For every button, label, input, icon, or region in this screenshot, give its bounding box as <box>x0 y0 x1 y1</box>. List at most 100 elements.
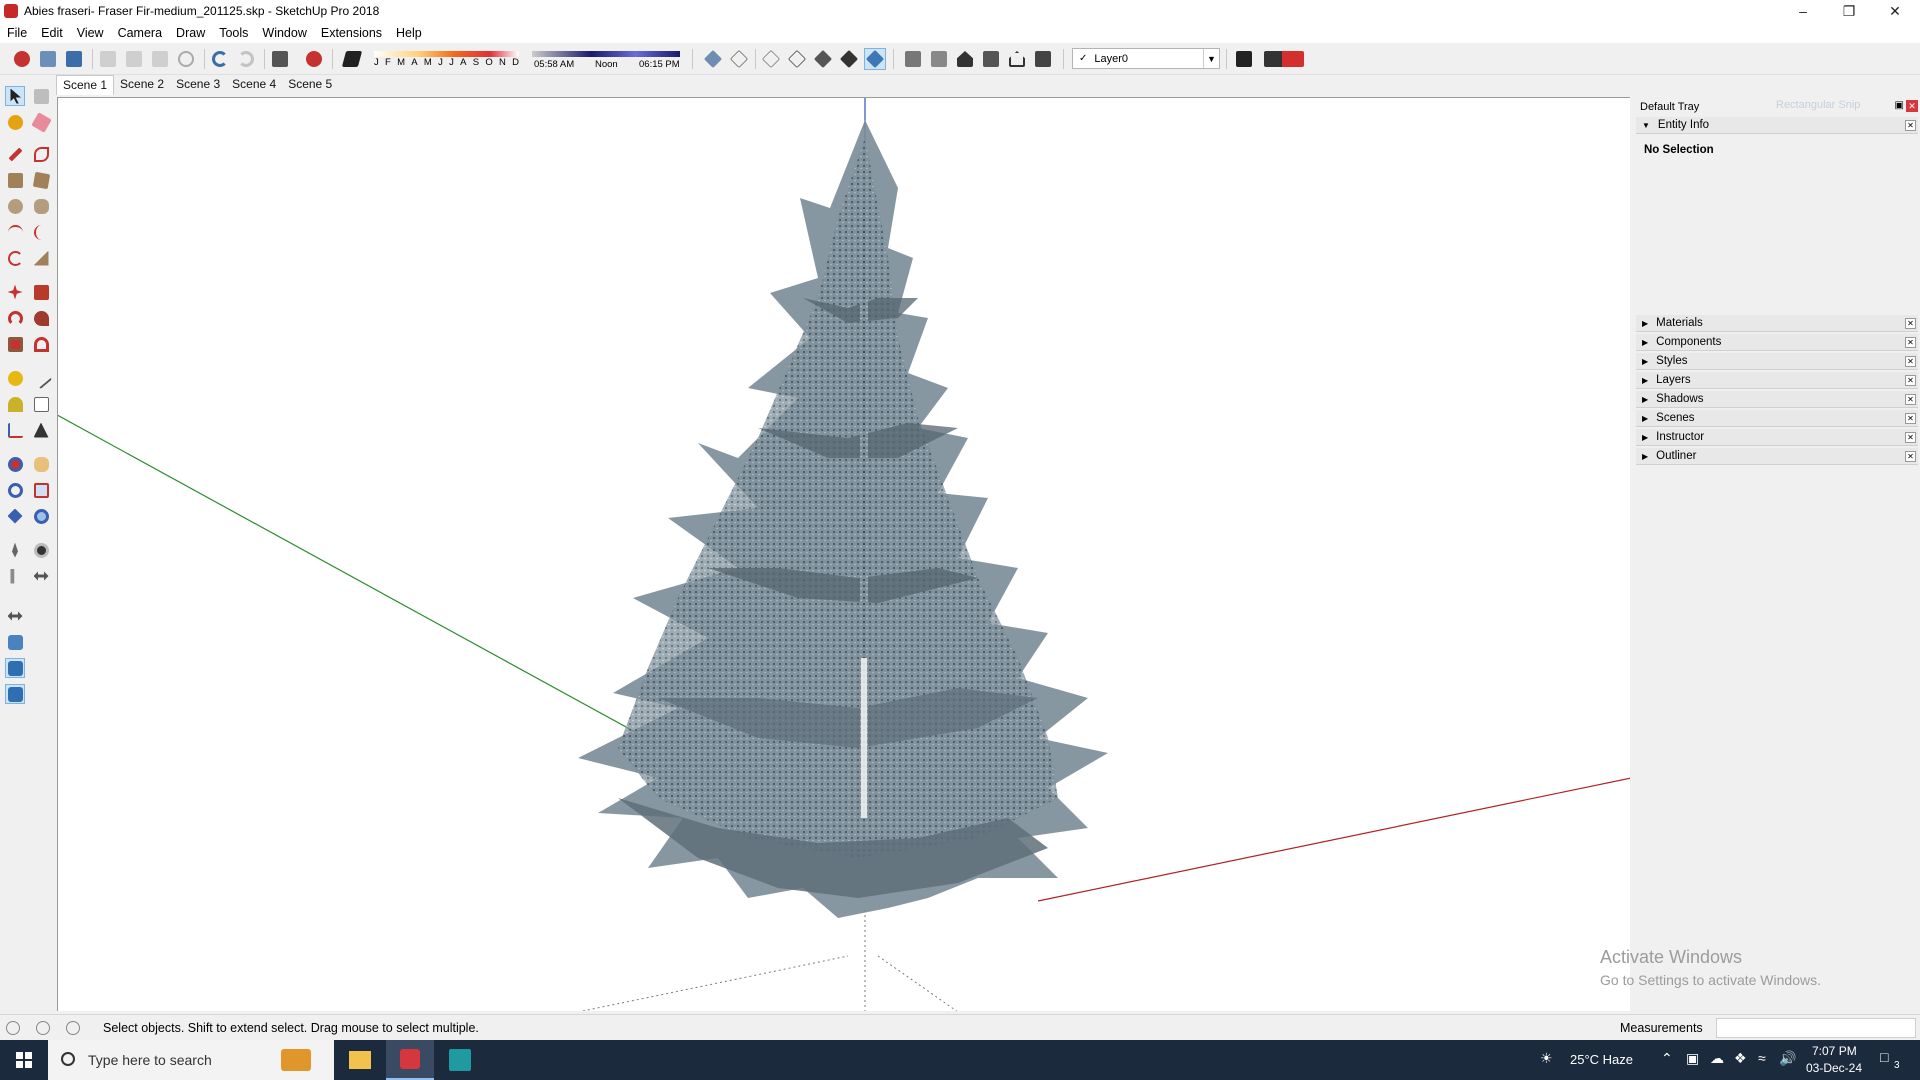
push-pull-icon[interactable] <box>31 282 51 302</box>
xray-icon[interactable] <box>702 48 724 70</box>
freehand-icon[interactable] <box>31 144 51 164</box>
protractor-icon[interactable] <box>5 394 25 414</box>
close-icon[interactable]: ✕ <box>1905 394 1916 405</box>
walk-icon[interactable] <box>5 566 25 586</box>
left-view-icon[interactable] <box>1032 48 1054 70</box>
measurements-field[interactable] <box>1716 1018 1916 1038</box>
model-info-icon[interactable] <box>303 48 325 70</box>
iso-view-icon[interactable] <box>902 48 924 70</box>
make-component-icon[interactable] <box>31 86 51 106</box>
close-icon[interactable]: ✕ <box>1906 100 1918 112</box>
clock-time[interactable]: 7:07 PM <box>1812 1044 1857 1058</box>
menu-view[interactable]: View <box>70 26 111 40</box>
rotate-icon[interactable] <box>5 308 25 328</box>
chevron-down-icon[interactable]: ▼ <box>1203 49 1219 68</box>
shaded-icon[interactable] <box>812 48 834 70</box>
offset-icon[interactable] <box>31 334 51 354</box>
menu-help[interactable]: Help <box>389 26 429 40</box>
menu-tools[interactable]: Tools <box>212 26 255 40</box>
scale-icon[interactable] <box>5 334 25 354</box>
close-icon[interactable]: ✕ <box>1872 0 1918 22</box>
shadows-toggle-icon[interactable] <box>341 48 363 70</box>
zoom-icon[interactable] <box>5 480 25 500</box>
panel-scenes[interactable]: ▶ Scenes ✕ <box>1636 410 1918 427</box>
back-view-icon[interactable] <box>1006 48 1028 70</box>
line-pencil-icon[interactable] <box>5 144 25 164</box>
menu-window[interactable]: Window <box>255 26 313 40</box>
shadow-month-slider[interactable]: J F M A M J J A S O N D <box>374 51 519 71</box>
zoom-extents-icon[interactable] <box>5 506 25 526</box>
print-icon[interactable] <box>269 48 291 70</box>
menu-edit[interactable]: Edit <box>34 26 70 40</box>
weather-text[interactable]: 25°C Haze <box>1570 1052 1633 1067</box>
menu-camera[interactable]: Camera <box>111 26 169 40</box>
follow-me-icon[interactable] <box>31 308 51 328</box>
dropbox-icon[interactable]: ❖ <box>1734 1050 1747 1067</box>
meet-now-icon[interactable]: ▣ <box>1686 1050 1699 1067</box>
iso-camera-icon[interactable] <box>5 658 25 678</box>
three-point-arc-icon[interactable] <box>5 248 25 268</box>
position-camera-icon[interactable] <box>5 540 25 560</box>
volume-icon[interactable]: 🔊 <box>1779 1050 1796 1067</box>
briefcase-icon[interactable] <box>272 1046 320 1074</box>
close-icon[interactable]: ✕ <box>1905 413 1916 424</box>
tab-scene-1[interactable]: Scene 1 <box>56 75 115 95</box>
menu-file[interactable]: File <box>0 26 34 40</box>
close-icon[interactable]: ✕ <box>1905 337 1916 348</box>
tab-scene-2[interactable]: Scene 2 <box>114 75 170 95</box>
3d-text-icon[interactable] <box>31 420 51 440</box>
close-icon[interactable]: ✕ <box>1905 356 1916 367</box>
credits-icon[interactable] <box>36 1021 50 1035</box>
close-icon[interactable]: ✕ <box>1905 451 1916 462</box>
orbit-icon[interactable] <box>5 454 25 474</box>
chevron-up-icon[interactable]: ⌃ <box>1661 1050 1673 1067</box>
geo-location-icon[interactable] <box>6 1021 20 1035</box>
tab-scene-4[interactable]: Scene 4 <box>226 75 282 95</box>
wifi-icon[interactable]: ≈ <box>1758 1050 1766 1066</box>
redo-icon[interactable] <box>235 48 257 70</box>
onedrive-icon[interactable]: ☁ <box>1710 1050 1724 1067</box>
circle-icon[interactable] <box>5 196 25 216</box>
polygon-icon[interactable] <box>31 196 51 216</box>
previous-view-icon[interactable] <box>31 506 51 526</box>
panel-outliner[interactable]: ▶ Outliner ✕ <box>1636 448 1918 465</box>
panel-components[interactable]: ▶ Components ✕ <box>1636 334 1918 351</box>
close-icon[interactable]: ✕ <box>1905 432 1916 443</box>
menu-extensions[interactable]: Extensions <box>314 26 389 40</box>
save-icon[interactable] <box>63 48 85 70</box>
text-icon[interactable] <box>31 394 51 414</box>
clock-date[interactable]: 03-Dec-24 <box>1806 1061 1862 1075</box>
back-edges-icon[interactable] <box>728 48 750 70</box>
undo-icon[interactable] <box>209 48 231 70</box>
file-explorer-icon[interactable] <box>336 1040 384 1080</box>
model-viewport[interactable] <box>57 97 1630 1011</box>
tab-scene-5[interactable]: Scene 5 <box>282 75 338 95</box>
close-icon[interactable]: ✕ <box>1905 120 1916 131</box>
sandbox-icon[interactable] <box>5 606 25 626</box>
tape-measure-icon[interactable] <box>5 368 25 388</box>
user-icon[interactable] <box>66 1021 80 1035</box>
monochrome-icon[interactable] <box>864 48 886 70</box>
component-options-icon[interactable] <box>5 632 25 652</box>
hidden-line-icon[interactable] <box>786 48 808 70</box>
pie-icon[interactable] <box>31 248 51 268</box>
minimize-icon[interactable]: – <box>1780 0 1826 22</box>
open-folder-icon[interactable] <box>37 48 59 70</box>
rectangle-icon[interactable] <box>5 170 25 190</box>
panel-entity-info[interactable]: ▼ Entity Info ✕ <box>1636 117 1918 134</box>
panel-layers[interactable]: ▶ Layers ✕ <box>1636 372 1918 389</box>
erase-icon[interactable] <box>175 48 197 70</box>
sketchup-taskbar-icon[interactable] <box>386 1040 434 1080</box>
wireframe-icon[interactable] <box>760 48 782 70</box>
paint-bucket-icon[interactable] <box>5 112 25 132</box>
menu-draw[interactable]: Draw <box>169 26 212 40</box>
pan-hand-icon[interactable] <box>31 454 51 474</box>
two-point-arc-icon[interactable] <box>31 222 51 242</box>
paste-icon[interactable] <box>149 48 171 70</box>
layer-dropdown[interactable]: ✓ Layer0 ▼ <box>1072 48 1220 69</box>
tab-scene-3[interactable]: Scene 3 <box>170 75 226 95</box>
close-icon[interactable]: ✕ <box>1905 375 1916 386</box>
right-view-icon[interactable] <box>980 48 1002 70</box>
arc-icon[interactable] <box>5 222 25 242</box>
perspective-camera-icon[interactable] <box>5 684 25 704</box>
